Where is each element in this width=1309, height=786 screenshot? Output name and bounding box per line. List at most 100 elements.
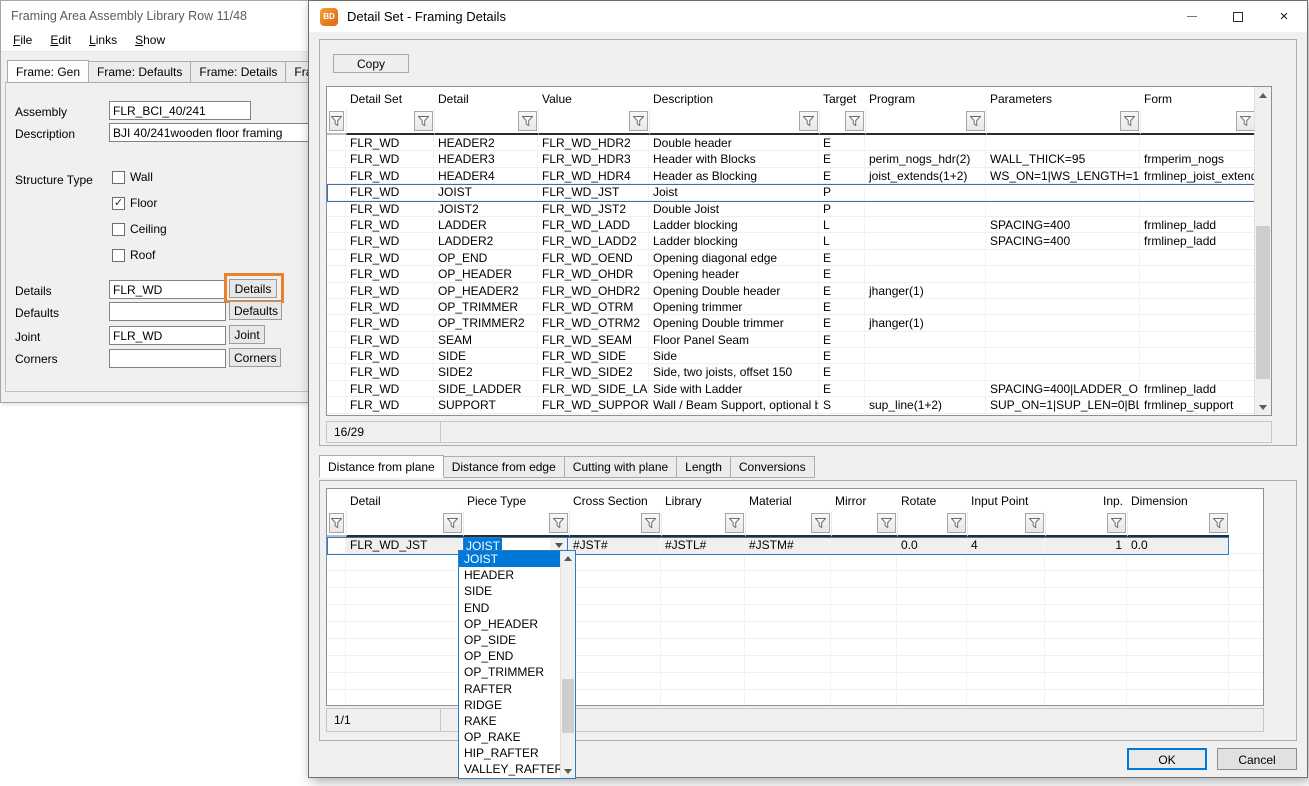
- filter-funnel-icon[interactable]: [329, 111, 344, 131]
- dropdown-option-joist[interactable]: JOIST: [459, 551, 575, 567]
- row-selector[interactable]: [327, 168, 346, 183]
- tab-distance-from-edge[interactable]: Distance from edge: [444, 456, 565, 478]
- dropdown-option-hip-rafter[interactable]: HIP_RAFTER: [459, 745, 575, 761]
- filter-funnel-icon[interactable]: [549, 513, 568, 533]
- table-row[interactable]: FLR_WDLADDER2FLR_WD_LADD2Ladder blocking…: [327, 233, 1271, 249]
- row-selector[interactable]: [327, 201, 346, 216]
- defaults-input[interactable]: [109, 302, 226, 321]
- column-header-description[interactable]: Description: [649, 87, 819, 109]
- filter-funnel-icon[interactable]: [1025, 513, 1044, 533]
- filter-cell-program[interactable]: [865, 109, 986, 135]
- row-selector[interactable]: [327, 381, 346, 396]
- minimize-button[interactable]: [1169, 1, 1215, 32]
- filter-funnel-icon[interactable]: [725, 513, 744, 533]
- table-row[interactable]: FLR_WDSIDE_LADDERFLR_WD_SIDE_LA...Side w…: [327, 381, 1271, 397]
- filter-cell-value[interactable]: [538, 109, 649, 135]
- filter-cell-piece-type[interactable]: [463, 511, 569, 537]
- row-selector[interactable]: [327, 233, 346, 248]
- row-selector[interactable]: [327, 217, 346, 232]
- table-row[interactable]: FLR_WDOP_HEADER2FLR_WD_OHDR2Opening Doub…: [327, 283, 1271, 299]
- column-header-material[interactable]: Material: [745, 489, 831, 511]
- cancel-button[interactable]: Cancel: [1217, 748, 1297, 770]
- filter-cell-input-point[interactable]: [967, 511, 1045, 537]
- filter-cell-target[interactable]: [819, 109, 865, 135]
- filter-funnel-icon[interactable]: [641, 513, 660, 533]
- scroll-up-icon[interactable]: [1255, 87, 1271, 103]
- tab-frame-gen[interactable]: Frame: Gen: [7, 60, 89, 83]
- filter-cell-detail[interactable]: [346, 511, 463, 537]
- dropdown-option-op-rake[interactable]: OP_RAKE: [459, 729, 575, 745]
- vertical-scrollbar[interactable]: [1254, 87, 1271, 415]
- filter-funnel-icon[interactable]: [966, 111, 985, 131]
- filter-funnel-icon[interactable]: [518, 111, 537, 131]
- column-header-mirror[interactable]: Mirror: [831, 489, 897, 511]
- maximize-button[interactable]: [1215, 1, 1261, 32]
- filter-funnel-icon[interactable]: [845, 111, 864, 131]
- column-header-detail[interactable]: Detail: [434, 87, 538, 109]
- column-header-library[interactable]: Library: [661, 489, 745, 511]
- column-header-inp[interactable]: Inp.: [1045, 489, 1127, 511]
- filter-cell-dimension[interactable]: [1127, 511, 1229, 537]
- filter-funnel-icon[interactable]: [1236, 111, 1255, 131]
- row-selector[interactable]: [327, 537, 346, 553]
- scroll-down-icon[interactable]: [561, 764, 575, 778]
- scrollbar-thumb[interactable]: [1256, 226, 1270, 379]
- filter-cell-inp[interactable]: [1045, 511, 1127, 537]
- filter-funnel-icon[interactable]: [947, 513, 966, 533]
- filter-funnel-icon[interactable]: [629, 111, 648, 131]
- dropdown-option-op-header[interactable]: OP_HEADER: [459, 616, 575, 632]
- row-selector[interactable]: [327, 397, 346, 412]
- dropdown-option-op-side[interactable]: OP_SIDE: [459, 632, 575, 648]
- checkbox-wall[interactable]: Wall: [112, 170, 153, 184]
- row-selector[interactable]: [327, 135, 346, 150]
- column-header-rotate[interactable]: Rotate: [897, 489, 967, 511]
- tab-length[interactable]: Length: [677, 456, 731, 478]
- row-selector[interactable]: [327, 364, 346, 379]
- scrollbar-thumb[interactable]: [562, 679, 574, 733]
- dropdown-option-side[interactable]: SIDE: [459, 583, 575, 599]
- copy-button[interactable]: Copy: [333, 54, 409, 73]
- dropdown-scrollbar[interactable]: [560, 551, 575, 778]
- joint-input[interactable]: [109, 326, 226, 345]
- column-header-target[interactable]: Target: [819, 87, 865, 109]
- corners-button[interactable]: Corners: [229, 348, 281, 367]
- dropdown-option-header[interactable]: HEADER: [459, 567, 575, 583]
- menu-item-edit[interactable]: Edit: [41, 30, 80, 50]
- dropdown-option-op-end[interactable]: OP_END: [459, 648, 575, 664]
- filter-funnel-icon[interactable]: [877, 513, 896, 533]
- column-header-parameters[interactable]: Parameters: [986, 87, 1140, 109]
- table-row[interactable]: FLR_WDOP_HEADERFLR_WD_OHDROpening header…: [327, 266, 1271, 282]
- column-header-detail-set[interactable]: Detail Set: [346, 87, 434, 109]
- row-selector[interactable]: [327, 151, 346, 166]
- filter-funnel-icon[interactable]: [414, 111, 433, 131]
- filter-cell-library[interactable]: [661, 511, 745, 537]
- table-row[interactable]: FLR_WDLADDERFLR_WD_LADDLadder blockingLS…: [327, 217, 1271, 233]
- filter-cell-cross-section[interactable]: [569, 511, 661, 537]
- column-header-value[interactable]: Value: [538, 87, 649, 109]
- filter-funnel-icon[interactable]: [1107, 513, 1126, 533]
- table-row[interactable]: FLR_WDJOISTFLR_WD_JSTJoistP: [327, 184, 1271, 200]
- column-header-form[interactable]: Form: [1140, 87, 1256, 109]
- menu-item-file[interactable]: File: [4, 30, 41, 50]
- column-header-piece-type[interactable]: Piece Type: [463, 489, 569, 511]
- assembly-input[interactable]: [109, 101, 251, 120]
- tab-frame-details[interactable]: Frame: Details: [191, 61, 286, 83]
- filter-funnel-icon[interactable]: [1120, 111, 1139, 131]
- column-header-input-point[interactable]: Input Point: [967, 489, 1045, 511]
- checkbox-floor[interactable]: Floor: [112, 196, 157, 210]
- table-row[interactable]: FLR_WDOP_TRIMMER2FLR_WD_OTRM2Opening Dou…: [327, 315, 1271, 331]
- table-row[interactable]: FLR_WDSEAMFLR_WD_SEAMFloor Panel SeamE: [327, 332, 1271, 348]
- row-selector[interactable]: [327, 283, 346, 298]
- details-input[interactable]: [109, 280, 226, 299]
- tab-conversions[interactable]: Conversions: [731, 456, 815, 478]
- scroll-up-icon[interactable]: [561, 551, 575, 565]
- checkbox-roof[interactable]: Roof: [112, 248, 155, 262]
- filter-cell-mirror[interactable]: [831, 511, 897, 537]
- row-selector[interactable]: [327, 250, 346, 265]
- row-selector[interactable]: [327, 332, 346, 347]
- description-input[interactable]: [109, 123, 312, 142]
- filter-cell-rotate[interactable]: [897, 511, 967, 537]
- corners-input[interactable]: [109, 349, 226, 368]
- dropdown-option-valley-rafter[interactable]: VALLEY_RAFTER: [459, 761, 575, 777]
- table-row[interactable]: FLR_WDHEADER3FLR_WD_HDR3Header with Bloc…: [327, 151, 1271, 167]
